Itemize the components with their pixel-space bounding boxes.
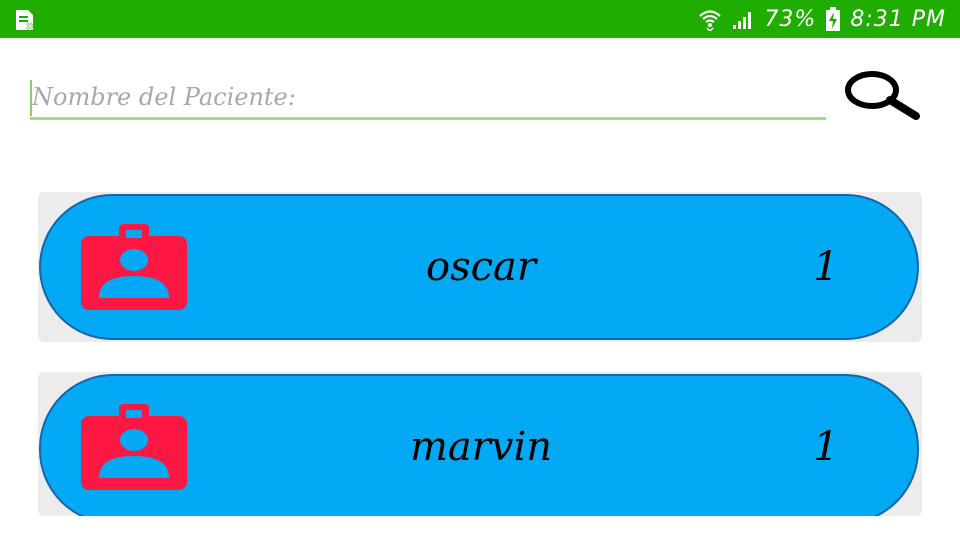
signal-icon: [733, 12, 752, 29]
battery-percent: 73%: [764, 6, 817, 32]
clock: 8:31 PM: [850, 6, 946, 32]
patient-name: oscar: [426, 244, 536, 290]
status-bar: 73% 8:31 PM: [0, 0, 960, 38]
search-bar: [30, 70, 930, 130]
sim-card-icon: [16, 10, 34, 30]
contact-badge-icon: [81, 404, 187, 490]
patient-card: marvin 1: [38, 372, 922, 516]
patient-row-marvin[interactable]: marvin 1: [39, 374, 919, 516]
contact-badge-icon: [81, 224, 187, 310]
search-button[interactable]: [842, 70, 924, 126]
patient-card: oscar 1: [38, 192, 922, 342]
patient-count: 1: [813, 244, 839, 290]
patient-row-oscar[interactable]: oscar 1: [39, 194, 919, 340]
wifi-icon: [699, 10, 722, 31]
patient-name-input[interactable]: [30, 76, 826, 120]
patient-name: marvin: [409, 424, 553, 470]
patient-count: 1: [813, 424, 839, 470]
battery-charging-icon: [826, 7, 841, 31]
search-icon: [845, 71, 920, 120]
